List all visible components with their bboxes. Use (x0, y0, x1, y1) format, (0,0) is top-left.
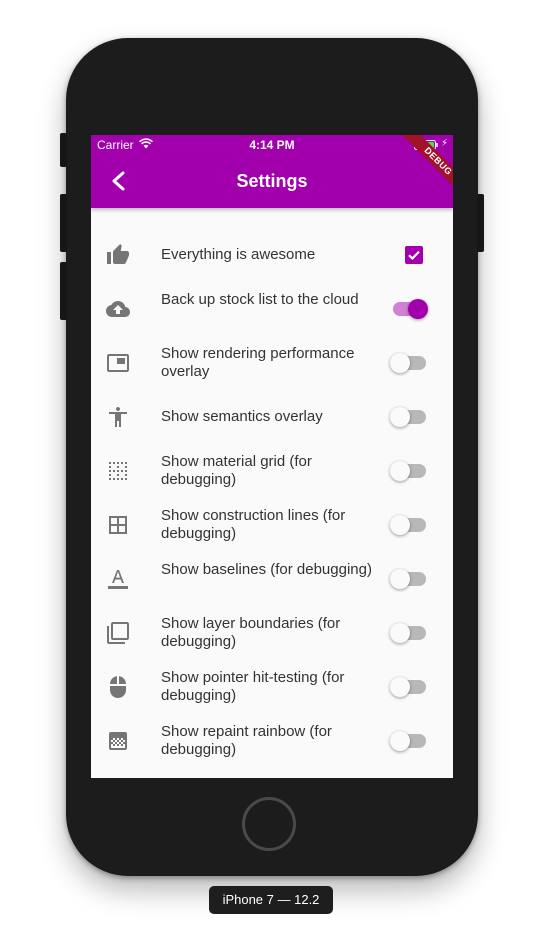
switch-thumb (390, 461, 410, 481)
mouse-icon (110, 676, 126, 698)
backup-switch[interactable] (390, 299, 430, 319)
picture-in-picture-icon (107, 354, 129, 372)
setting-label: Show pointer hit-testing (for debugging) (161, 669, 345, 704)
setting-performance-overlay[interactable]: Show rendering performance overlay (91, 336, 453, 390)
gradient-icon (109, 732, 127, 750)
mute-switch (60, 133, 67, 167)
setting-baselines[interactable]: Show baselines (for debugging) (91, 552, 453, 606)
switch-thumb (390, 569, 410, 589)
switch-thumb (390, 515, 410, 535)
power-button (477, 194, 484, 252)
settings-list: Everything is awesome Back up stock list… (91, 228, 453, 768)
setting-label: Show repaint rainbow (for debugging) (161, 723, 332, 758)
check-icon (408, 250, 420, 261)
setting-pointer-hit-testing[interactable]: Show pointer hit-testing (for debugging) (91, 660, 453, 714)
setting-semantics-overlay[interactable]: Show semantics overlay (91, 390, 453, 444)
setting-label: Show construction lines (for debugging) (161, 507, 346, 542)
switch-thumb (390, 353, 410, 373)
setting-material-grid[interactable]: Show material grid (for debugging) (91, 444, 453, 498)
setting-label: Show semantics overlay (161, 408, 323, 425)
baselines-switch[interactable] (390, 569, 430, 589)
switch-thumb (408, 299, 428, 319)
home-button[interactable] (242, 797, 296, 851)
app-bar: Carrier 4:14 PM ⚡ Settings DEBUG (91, 135, 453, 208)
device-label: iPhone 7 — 12.2 (209, 886, 333, 914)
pointer-hit-testing-switch[interactable] (390, 677, 430, 697)
semantics-overlay-switch[interactable] (390, 407, 430, 427)
setting-everything-awesome[interactable]: Everything is awesome (91, 228, 453, 282)
awesome-checkbox[interactable] (405, 246, 423, 264)
border-all-icon (109, 516, 127, 534)
text-baseline-icon (108, 570, 128, 589)
repaint-rainbow-switch[interactable] (390, 731, 430, 751)
switch-thumb (390, 623, 410, 643)
performance-overlay-switch[interactable] (390, 353, 430, 373)
setting-repaint-rainbow[interactable]: Show repaint rainbow (for debugging) (91, 714, 453, 768)
setting-backup-cloud[interactable]: Back up stock list to the cloud (91, 282, 453, 336)
material-grid-switch[interactable] (390, 461, 430, 481)
switch-thumb (390, 731, 410, 751)
setting-layer-boundaries[interactable]: Show layer boundaries (for debugging) (91, 606, 453, 660)
setting-label: Back up stock list to the cloud (161, 291, 359, 308)
app-screen: Carrier 4:14 PM ⚡ Settings DEBUG Everyth… (91, 135, 453, 778)
debug-banner: DEBUG (383, 135, 453, 205)
layer-boundaries-switch[interactable] (390, 623, 430, 643)
setting-label: Show material grid (for debugging) (161, 453, 312, 488)
cloud-upload-icon (106, 301, 130, 317)
debug-banner-label: DEBUG (398, 135, 453, 202)
setting-label: Show rendering performance overlay (161, 345, 355, 380)
accessibility-icon (109, 407, 127, 427)
setting-label: Everything is awesome (161, 246, 316, 263)
switch-thumb (390, 677, 410, 697)
setting-construction-lines[interactable]: Show construction lines (for debugging) (91, 498, 453, 552)
thumb-up-icon (107, 244, 129, 264)
switch-thumb (390, 407, 410, 427)
setting-label: Show baselines (for debugging) (161, 561, 372, 578)
filter-none-icon (107, 622, 129, 644)
volume-up-button (60, 194, 67, 252)
construction-lines-switch[interactable] (390, 515, 430, 535)
dots-grid-icon (109, 462, 127, 480)
volume-down-button (60, 262, 67, 320)
setting-label: Show layer boundaries (for debugging) (161, 615, 341, 650)
